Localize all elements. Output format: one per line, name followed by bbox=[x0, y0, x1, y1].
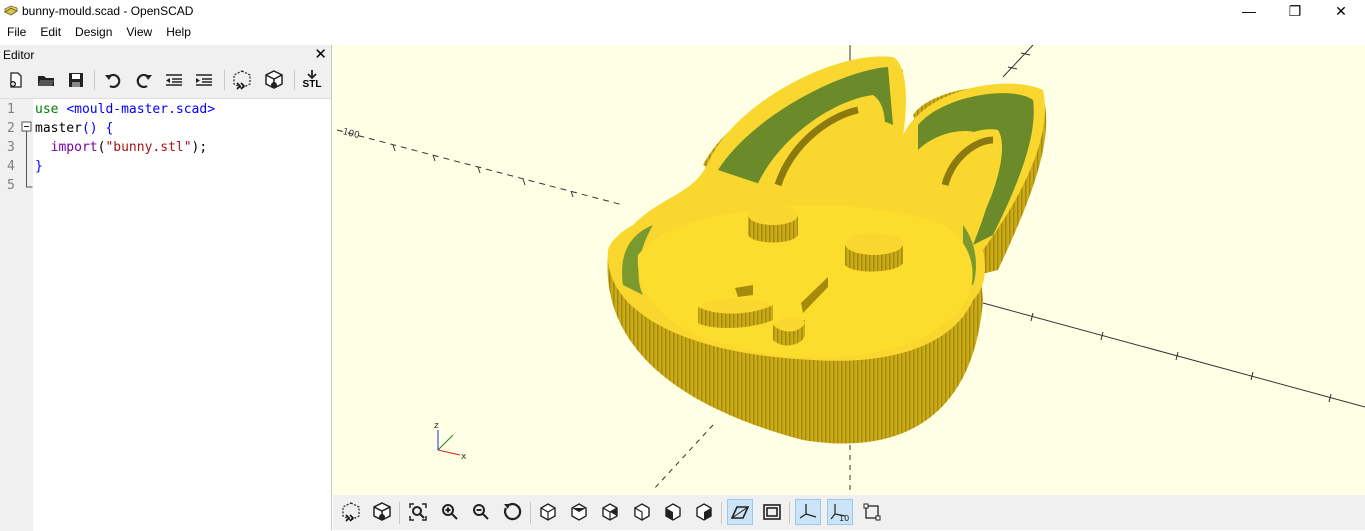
code-token: } bbox=[35, 159, 43, 174]
svg-text:-100: -100 bbox=[338, 126, 361, 141]
title-bar: bunny-mould.scad - OpenSCAD — ❐ ✕ bbox=[0, 0, 1365, 22]
view-front-icon[interactable] bbox=[660, 499, 686, 525]
window-title: bunny-mould.scad - OpenSCAD bbox=[22, 4, 194, 18]
view-top-icon[interactable] bbox=[566, 499, 592, 525]
perspective-icon[interactable] bbox=[727, 499, 753, 525]
redo-icon[interactable] bbox=[133, 69, 155, 91]
view-all-icon[interactable] bbox=[405, 499, 431, 525]
view-right-icon[interactable] bbox=[535, 499, 561, 525]
unindent-icon[interactable] bbox=[163, 69, 185, 91]
code-token: import bbox=[35, 140, 98, 155]
show-edges-icon[interactable] bbox=[859, 499, 885, 525]
line-number: 1 bbox=[7, 102, 15, 117]
view-back-icon[interactable] bbox=[691, 499, 717, 525]
line-number: 5 bbox=[7, 178, 15, 193]
render-icon[interactable] bbox=[263, 69, 285, 91]
close-window-button[interactable]: ✕ bbox=[1318, 0, 1364, 22]
code-editor[interactable]: 12345 use <mould-master.scad> master() { … bbox=[0, 98, 331, 531]
line-number: 2 bbox=[7, 121, 15, 136]
view-toolbar: 10 bbox=[333, 495, 1365, 530]
undo-icon[interactable] bbox=[102, 69, 124, 91]
show-axes-icon[interactable] bbox=[795, 499, 821, 525]
save-file-icon[interactable] bbox=[65, 69, 87, 91]
menu-design[interactable]: Design bbox=[68, 23, 119, 43]
new-file-icon[interactable] bbox=[5, 69, 27, 91]
menu-edit[interactable]: Edit bbox=[33, 23, 68, 43]
preview-icon[interactable] bbox=[231, 69, 253, 91]
line-number: 3 bbox=[7, 140, 15, 155]
preview-view-icon[interactable] bbox=[338, 499, 364, 525]
axis-z-label: z bbox=[434, 421, 439, 431]
export-stl-label: STL bbox=[302, 79, 322, 90]
line-number-gutter: 1 2 3 4 5 bbox=[0, 99, 33, 531]
editor-toolbar: STL bbox=[0, 63, 331, 96]
openscad-app-icon bbox=[4, 5, 18, 16]
zoom-in-icon[interactable] bbox=[437, 499, 463, 525]
code-token: <mould-master.scad> bbox=[66, 102, 216, 117]
zoom-out-icon[interactable] bbox=[468, 499, 494, 525]
maximize-button[interactable]: ❐ bbox=[1272, 0, 1318, 22]
editor-title: Editor bbox=[3, 48, 35, 62]
menu-view[interactable]: View bbox=[119, 23, 159, 43]
view-bottom-icon[interactable] bbox=[597, 499, 623, 525]
editor-close-button[interactable]: ✕ bbox=[314, 45, 327, 63]
code-token: "bunny.stl" bbox=[105, 140, 192, 155]
menu-file[interactable]: File bbox=[0, 23, 33, 43]
menu-help[interactable]: Help bbox=[159, 23, 198, 43]
view-left-icon[interactable] bbox=[629, 499, 655, 525]
minimize-button[interactable]: — bbox=[1226, 0, 1272, 22]
reset-view-icon[interactable] bbox=[499, 499, 525, 525]
orthogonal-icon[interactable] bbox=[759, 499, 785, 525]
indent-icon[interactable] bbox=[193, 69, 215, 91]
scale-markers-label: 10 bbox=[839, 514, 849, 522]
model-render[interactable]: -100 x z bbox=[333, 45, 1365, 495]
code-token: () { bbox=[81, 121, 114, 136]
editor-panel: Editor ✕ STL 1 2 3 4 5 use <mould-master… bbox=[0, 45, 332, 531]
render-view-icon[interactable] bbox=[369, 499, 395, 525]
code-token: use bbox=[35, 102, 67, 117]
line-number: 4 bbox=[7, 159, 15, 174]
fold-marker-icon[interactable] bbox=[21, 121, 33, 191]
code-line: import("bunny.stl"); bbox=[35, 140, 208, 155]
export-stl-icon[interactable]: STL bbox=[301, 69, 323, 91]
editor-header: Editor ✕ bbox=[0, 45, 331, 63]
menu-bar: File Edit Design View Help bbox=[0, 23, 1365, 43]
code-token: master bbox=[35, 121, 82, 136]
code-token: ); bbox=[191, 140, 208, 155]
show-scale-markers-icon[interactable]: 10 bbox=[827, 499, 853, 525]
3d-viewport[interactable]: -100 x z bbox=[333, 45, 1365, 495]
axis-indicator: x z bbox=[434, 421, 467, 462]
open-file-icon[interactable] bbox=[35, 69, 57, 91]
axis-x-label: x bbox=[461, 452, 467, 462]
code-line: use <mould-master.scad> bbox=[35, 102, 215, 117]
code-line: master() { bbox=[35, 121, 113, 136]
code-line: } bbox=[35, 159, 43, 174]
